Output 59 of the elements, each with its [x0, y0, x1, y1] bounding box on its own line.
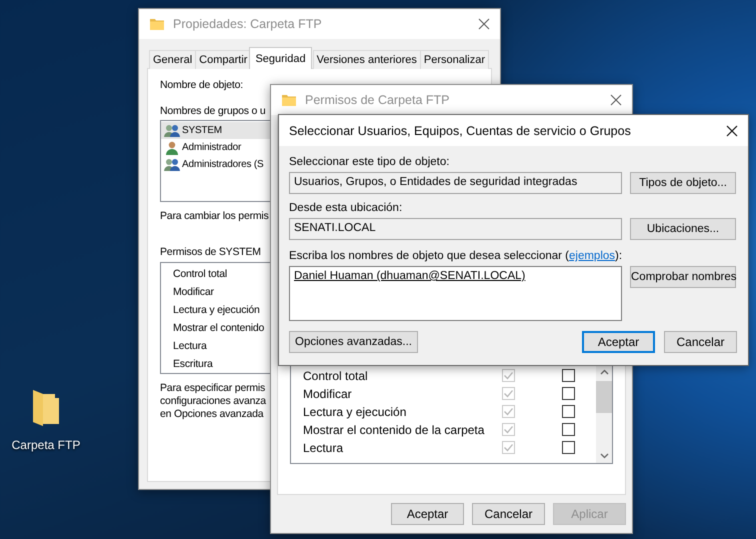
checkbox[interactable] — [562, 405, 575, 418]
user-group-icon — [164, 124, 180, 138]
permission-name: Lectura y ejecución — [173, 303, 261, 318]
scrollbar[interactable] — [596, 365, 612, 463]
permission-name: Escritura — [173, 357, 214, 372]
user-group-icon — [164, 158, 180, 172]
permission-name: Lectura — [173, 339, 208, 354]
permission-name: Modificar — [173, 285, 215, 300]
dialog-button[interactable]: Aceptar — [391, 503, 464, 525]
permission-name: Lectura y ejecución — [303, 405, 406, 419]
checkbox[interactable] — [562, 369, 575, 382]
location-field: SENATI.LOCAL — [289, 218, 622, 240]
folder-icon — [281, 92, 297, 108]
tab[interactable]: Personalizar — [420, 50, 490, 69]
close-icon[interactable] — [726, 124, 738, 136]
permission-name: Lectura — [303, 441, 344, 455]
advanced-hint: Para especificar permis — [160, 382, 266, 395]
names-label: Escriba los nombres de objeto que desea seleccionar (ejemplos): — [289, 250, 624, 262]
tab[interactable]: Versiones anteriores — [312, 50, 421, 69]
object-names-field[interactable]: Daniel Huaman (dhuaman@SENATI.LOCAL) — [289, 266, 622, 321]
tab[interactable]: Compartir — [195, 50, 252, 69]
examples-link[interactable]: ejemplos — [569, 250, 616, 262]
folder-icon — [149, 16, 165, 32]
permission-name: Control total — [303, 369, 368, 383]
permission-name: Modificar — [303, 387, 352, 401]
close-icon[interactable] — [610, 94, 622, 106]
permission-name: Mostrar el contenido de la carpeta — [303, 423, 484, 437]
permissions-label: Permisos de SYSTEM — [160, 246, 261, 258]
checkbox[interactable] — [562, 423, 575, 436]
window-title: Propiedades: Carpeta FTP — [173, 17, 323, 31]
advanced-hint: en Opciones avanzada — [160, 408, 265, 421]
locations-button[interactable]: Ubicaciones... — [630, 218, 736, 240]
object-name-label: Nombre de objeto: — [160, 79, 243, 91]
close-icon[interactable] — [478, 18, 490, 30]
folder-icon[interactable] — [31, 388, 61, 428]
desktop-icon-label[interactable]: Carpeta FTP — [12, 438, 80, 452]
window-title: Seleccionar Usuarios, Equipos, Cuentas de servicio o Grupos — [289, 124, 631, 138]
object-type-field: Usuarios, Grupos, o Entidades de seguridad integradas — [289, 172, 622, 194]
user-icon — [164, 140, 180, 154]
advanced-hint: configuraciones avanza — [160, 395, 266, 408]
groups-label: Nombres de grupos o u — [160, 105, 266, 117]
window-title: Permisos de Carpeta FTP — [305, 93, 450, 107]
object-type-label: Seleccionar este tipo de objeto: — [289, 156, 450, 168]
object-types-button[interactable]: Tipos de objeto... — [630, 172, 736, 194]
checkbox[interactable] — [562, 441, 575, 454]
tab[interactable]: Seguridad — [249, 47, 312, 69]
scroll-up-icon[interactable] — [600, 369, 608, 375]
check-names-button[interactable]: Comprobar nombres — [630, 266, 736, 288]
dialog-button[interactable]: Cancelar — [664, 331, 737, 353]
permission-name: Mostrar el contenido — [173, 321, 266, 336]
dialog-button[interactable]: Aceptar — [582, 331, 655, 353]
advanced-options-button[interactable]: Opciones avanzadas... — [289, 331, 418, 353]
scroll-down-icon[interactable] — [600, 453, 608, 459]
tab[interactable]: General — [149, 50, 196, 69]
dialog-button[interactable]: Cancelar — [472, 503, 545, 525]
permission-name: Control total — [173, 267, 228, 282]
checkbox[interactable] — [562, 387, 575, 400]
change-hint: Para cambiar los permis — [160, 210, 269, 222]
location-label: Desde esta ubicación: — [289, 202, 404, 214]
